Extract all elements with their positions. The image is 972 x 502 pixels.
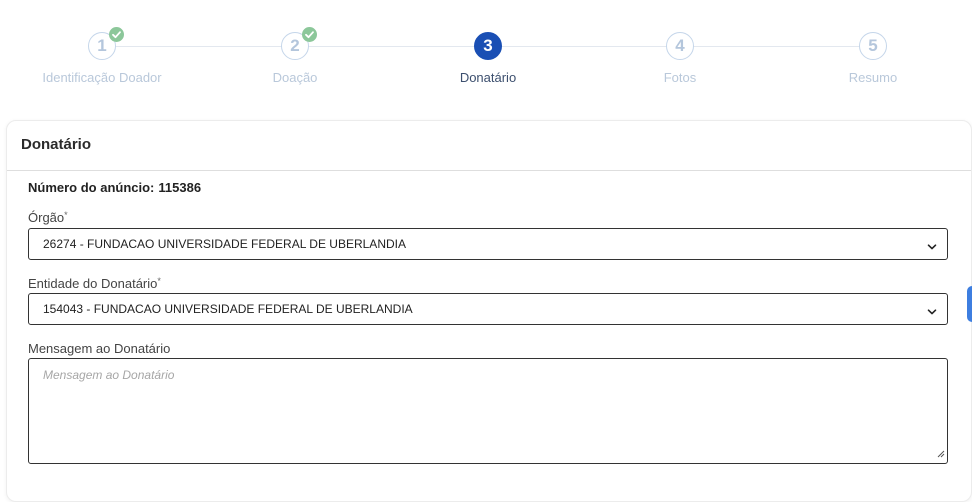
side-feedback-tab[interactable]: [967, 286, 972, 322]
step-identificacao-doador[interactable]: 1 Identificação Doador: [2, 27, 202, 85]
required-mark: *: [64, 210, 68, 220]
step-number-circle: 5: [859, 32, 887, 60]
card-title: Donatário: [7, 121, 971, 171]
step-donatario[interactable]: 3 Donatário: [388, 32, 588, 85]
orgao-select[interactable]: 26274 - FUNDACAO UNIVERSIDADE FEDERAL DE…: [28, 228, 948, 260]
orgao-label-text: Órgão: [28, 210, 65, 225]
step-number: 2: [290, 36, 300, 55]
step-number: 1: [97, 36, 107, 55]
step-fotos[interactable]: 4 Fotos: [580, 32, 780, 85]
check-icon: [302, 27, 317, 42]
entidade-select[interactable]: 154043 - FUNDACAO UNIVERSIDADE FEDERAL D…: [28, 293, 948, 325]
step-number-circle: 2: [281, 27, 317, 60]
step-label: Resumo: [848, 70, 898, 85]
step-label: Identificação Doador: [42, 70, 162, 85]
step-number: 5: [868, 36, 878, 55]
donatario-card: Donatário Número do anúncio: 115386 Órgão…: [6, 120, 972, 502]
mensagem-placeholder: Mensagem ao Donatário: [43, 368, 175, 382]
mensagem-label: Mensagem ao Donatário: [28, 341, 171, 356]
step-label: Donatário: [459, 70, 517, 85]
announcement-label: Número do anúncio:: [28, 180, 155, 195]
entidade-selected-value: 154043 - FUNDACAO UNIVERSIDADE FEDERAL D…: [43, 302, 413, 316]
step-number-circle: 1: [88, 27, 124, 60]
step-resumo[interactable]: 5 Resumo: [773, 32, 972, 85]
step-number: 4: [675, 36, 685, 55]
step-number: 3: [483, 36, 493, 55]
orgao-label: Órgão*: [28, 210, 68, 225]
step-number-circle: 4: [666, 32, 694, 60]
progress-stepper: 1 Identificação Doador 2 Doação 3 Donatá…: [0, 27, 972, 102]
step-label: Doação: [272, 70, 318, 85]
chevron-down-icon[interactable]: [927, 240, 937, 254]
mensagem-textarea[interactable]: Mensagem ao Donatário: [28, 358, 948, 464]
announcement-number: 115386: [158, 180, 202, 195]
announcement-number-line: Número do anúncio: 115386: [28, 180, 201, 195]
check-icon: [109, 27, 124, 42]
entidade-label-text: Entidade do Donatário: [28, 276, 158, 291]
resize-handle-icon[interactable]: [937, 447, 945, 461]
step-doacao[interactable]: 2 Doação: [195, 27, 395, 85]
step-label: Fotos: [663, 70, 697, 85]
step-number-circle: 3: [474, 32, 502, 60]
entidade-label: Entidade do Donatário*: [28, 276, 161, 291]
orgao-selected-value: 26274 - FUNDACAO UNIVERSIDADE FEDERAL DE…: [43, 237, 406, 251]
required-mark: *: [157, 276, 161, 286]
chevron-down-icon[interactable]: [927, 305, 937, 319]
